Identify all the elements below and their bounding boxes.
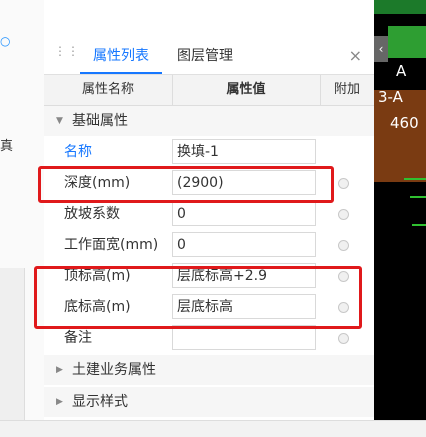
cad-label: 460 [390,114,419,132]
blue-partial-icon: ○ [0,34,11,48]
group-label: 显示样式 [72,394,128,410]
highlight-box-depth [38,166,334,203]
drag-grip-icon[interactable]: ⋮⋮ [54,45,79,65]
collapse-triangle-icon[interactable]: ▼ [56,106,68,136]
table-header: 属性名称 属性值 附加 [44,75,374,106]
highlight-box-elevations [34,266,362,329]
panel-tab-bar: ⋮⋮ 属性列表 图层管理 × [44,38,374,75]
left-lower-panel [0,268,25,436]
group-label: 基础属性 [72,113,128,129]
extra-radio[interactable] [338,240,349,251]
cad-label: 3-A [378,88,403,106]
extra-radio[interactable] [338,178,349,189]
extra-radio[interactable] [338,333,349,344]
property-row-name: 名称 换填-1 [44,137,374,168]
property-value-input[interactable]: 0 [172,232,316,257]
left-side-panel: ○ 真 [0,0,45,436]
property-label: 名称 [64,144,92,160]
property-value-input[interactable]: 换填-1 [172,139,316,164]
tab-layer-management[interactable]: 图层管理 [170,38,240,74]
expand-triangle-icon[interactable]: ▶ [56,355,68,385]
extra-radio[interactable] [338,209,349,220]
group-label: 土建业务属性 [72,362,156,378]
property-label: 放坡系数 [64,206,120,222]
property-label: 工作面宽(mm) [64,237,159,253]
group-civil-properties[interactable]: ▶ 土建业务属性 [44,355,374,385]
cad-viewport[interactable]: ‹ A 3-A 460 [374,0,426,420]
column-header-extra: 附加 [333,82,360,97]
property-row-work-width: 工作面宽(mm) 0 [44,230,374,261]
group-display-style[interactable]: ▶ 显示样式 [44,387,374,417]
bottom-status-strip [0,420,426,437]
cad-label: A [396,62,407,80]
property-panel: ⋮⋮ 属性列表 图层管理 × 属性名称 属性值 附加 ▼ 基础属性 名称 换填-… [34,0,374,436]
group-basic-properties[interactable]: ▼ 基础属性 [44,106,374,136]
property-row-slope: 放坡系数 0 [44,199,374,230]
tab-property-list[interactable]: 属性列表 [80,38,162,74]
expand-triangle-icon[interactable]: ▶ [56,387,68,417]
property-value-input[interactable]: 0 [172,201,316,226]
chevron-left-icon[interactable]: ‹ [374,36,388,62]
column-header-name: 属性名称 [44,75,173,105]
column-header-value: 属性值 [172,75,321,105]
left-strip-label: 真 [0,139,14,154]
close-icon[interactable]: × [349,38,362,74]
